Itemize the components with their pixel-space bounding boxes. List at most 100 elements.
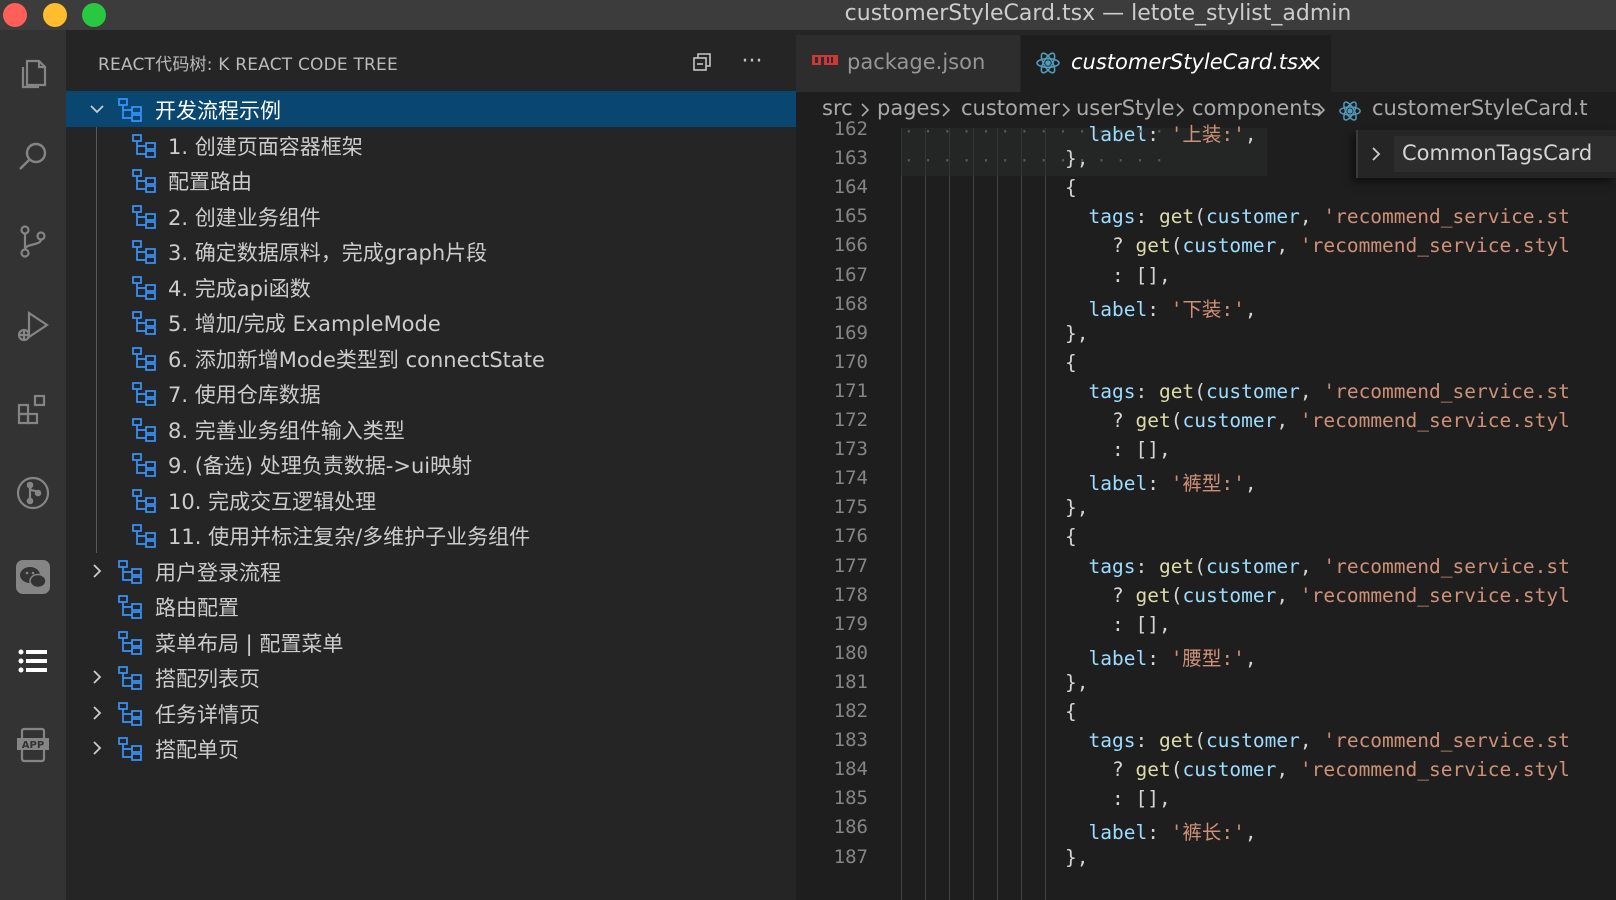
- whitespace-markers: · · · · · · · · · · · · · ·: [904, 122, 1165, 141]
- close-icon[interactable]: [1303, 53, 1323, 73]
- react-icon: [1339, 101, 1361, 121]
- extensions-icon[interactable]: [0, 374, 66, 444]
- tab-label: customerStyleCard.tsx: [1071, 50, 1311, 74]
- code-token: tags: [1088, 729, 1136, 753]
- breadcrumb-components[interactable]: components: [1192, 96, 1322, 120]
- tree-item-label: 任务详情页: [155, 702, 260, 727]
- tree-item[interactable]: 搭配单页: [66, 730, 796, 766]
- tree-item[interactable]: 菜单布局 | 配置菜单: [66, 624, 796, 660]
- chevron-down-icon[interactable]: [87, 99, 107, 119]
- tree-item[interactable]: 用户登录流程: [66, 553, 796, 589]
- tree-item-label: 3. 确定数据原料，完成graph片段: [168, 241, 488, 265]
- tree-item[interactable]: 搭配列表页: [66, 659, 796, 695]
- files-icon[interactable]: [0, 38, 66, 108]
- code-token: ,: [1276, 409, 1300, 432]
- tab-customer-style-card[interactable]: customerStyleCard.tsx: [1021, 35, 1331, 92]
- code-line: label: '腰型:',: [1089, 642, 1257, 671]
- app-icon[interactable]: APP: [0, 710, 66, 780]
- tree-item-label: 10. 完成交互逻辑处理: [168, 489, 377, 514]
- breadcrumb-file[interactable]: customerStyleCard.t: [1372, 96, 1588, 120]
- search-icon[interactable]: [0, 122, 66, 192]
- breadcrumb-userstyle[interactable]: userStyle: [1076, 96, 1175, 120]
- code-token: ?: [1112, 234, 1136, 258]
- tree-item[interactable]: 4. 完成api函数: [66, 269, 796, 305]
- code-token: ,: [1244, 821, 1257, 845]
- tree-node-icon: [131, 522, 157, 548]
- activity-bar: APP: [0, 30, 66, 900]
- chevron-right-icon[interactable]: [87, 703, 107, 723]
- code-token: (: [1194, 379, 1206, 403]
- code-area[interactable]: label: '上装:',},{tags: get(customer, 'rec…: [796, 123, 1616, 900]
- react-icon: [1036, 52, 1060, 74]
- code-token: '裤长:': [1170, 821, 1245, 845]
- code-token: (: [1194, 554, 1206, 578]
- tree-item[interactable]: 路由配置: [66, 588, 796, 624]
- code-line: label: '裤长:',: [1089, 816, 1257, 845]
- maximize-window-button[interactable]: [82, 3, 106, 27]
- code-line: : [],: [1112, 613, 1171, 636]
- tree-item-label: 7. 使用仓库数据: [168, 383, 321, 407]
- tree-item[interactable]: 配置路由: [66, 162, 796, 198]
- list-icon[interactable]: [0, 626, 66, 696]
- tree-node-icon: [117, 664, 143, 690]
- code-line: ? get(customer, 'recommend_service.styl: [1112, 409, 1570, 432]
- code-token: ,: [1299, 205, 1324, 229]
- tree-item[interactable]: 11. 使用并标注复杂/多维护子业务组件: [66, 517, 796, 553]
- peek-symbol[interactable]: CommonTagsCard: [1394, 136, 1616, 172]
- breadcrumb-src[interactable]: src: [822, 96, 853, 120]
- tree-node-icon: [131, 487, 157, 513]
- code-token: ,: [1276, 234, 1300, 258]
- tree-item-label: 路由配置: [155, 596, 239, 620]
- tree-item-label: 8. 完善业务组件输入类型: [168, 418, 405, 443]
- breadcrumb-customer[interactable]: customer: [961, 96, 1060, 120]
- code-token: (: [1170, 409, 1183, 432]
- source-control-icon[interactable]: [0, 206, 66, 276]
- tree-item[interactable]: 开发流程示例: [66, 91, 796, 127]
- code-token: 'recommend_service.styl: [1299, 234, 1570, 258]
- code-token: ,: [1244, 123, 1257, 146]
- run-debug-icon[interactable]: [0, 290, 66, 360]
- code-token: ,: [1299, 554, 1324, 578]
- tree-item-label: 用户登录流程: [155, 560, 281, 585]
- collapse-all-icon[interactable]: [688, 48, 716, 76]
- code-token: customer: [1182, 409, 1277, 432]
- code-token: :: [1135, 729, 1159, 753]
- code-token: ?: [1112, 758, 1136, 782]
- tree-node-icon: [131, 238, 157, 264]
- close-window-button[interactable]: [3, 3, 27, 27]
- breadcrumb-pages[interactable]: pages: [877, 96, 940, 120]
- minimize-window-button[interactable]: [43, 3, 67, 27]
- code-token: customer: [1205, 554, 1300, 578]
- code-line: ? get(customer, 'recommend_service.styl: [1112, 234, 1570, 257]
- code-token: customer: [1182, 583, 1277, 607]
- more-actions-icon[interactable]: ···: [738, 48, 766, 76]
- tree-item[interactable]: 6. 添加新增Mode类型到 connectState: [66, 340, 796, 376]
- code-token: :: [1147, 472, 1171, 496]
- tab-package-json[interactable]: package.json: [796, 35, 1020, 92]
- outline-peek[interactable]: CommonTagsCard: [1356, 130, 1616, 178]
- code-token: 'recommend_service.st: [1323, 379, 1570, 403]
- tree-node-icon: [117, 629, 143, 655]
- tree-item[interactable]: 1. 创建页面容器框架: [66, 127, 796, 163]
- wechat-icon[interactable]: [0, 542, 66, 612]
- tree-item[interactable]: 任务详情页: [66, 695, 796, 731]
- code-token: ,: [1276, 758, 1300, 782]
- tree-item-label: 4. 完成api函数: [168, 276, 311, 301]
- chevron-right-icon[interactable]: [87, 561, 107, 581]
- chevron-right-icon[interactable]: [87, 667, 107, 687]
- window-title: customerStyleCard.tsx — letote_stylist_a…: [844, 1, 1352, 26]
- chevron-right-icon[interactable]: [87, 738, 107, 758]
- code-token: : [],: [1112, 263, 1171, 287]
- code-line: {: [1065, 700, 1077, 723]
- tree-item[interactable]: 9. (备选) 处理负责数据->ui映射: [66, 446, 796, 482]
- tree-item[interactable]: 8. 完善业务组件输入类型: [66, 411, 796, 447]
- tree-item[interactable]: 2. 创建业务组件: [66, 198, 796, 234]
- code-token: 'recommend_service.styl: [1299, 758, 1570, 782]
- tree-item[interactable]: 10. 完成交互逻辑处理: [66, 482, 796, 518]
- git-graph-icon[interactable]: [0, 458, 66, 528]
- tree-item[interactable]: 3. 确定数据原料，完成graph片段: [66, 233, 796, 269]
- code-token: get: [1135, 758, 1171, 782]
- tree-item[interactable]: 7. 使用仓库数据: [66, 375, 796, 411]
- chevron-right-icon: [1176, 103, 1185, 117]
- tree-item[interactable]: 5. 增加/完成 ExampleMode: [66, 304, 796, 340]
